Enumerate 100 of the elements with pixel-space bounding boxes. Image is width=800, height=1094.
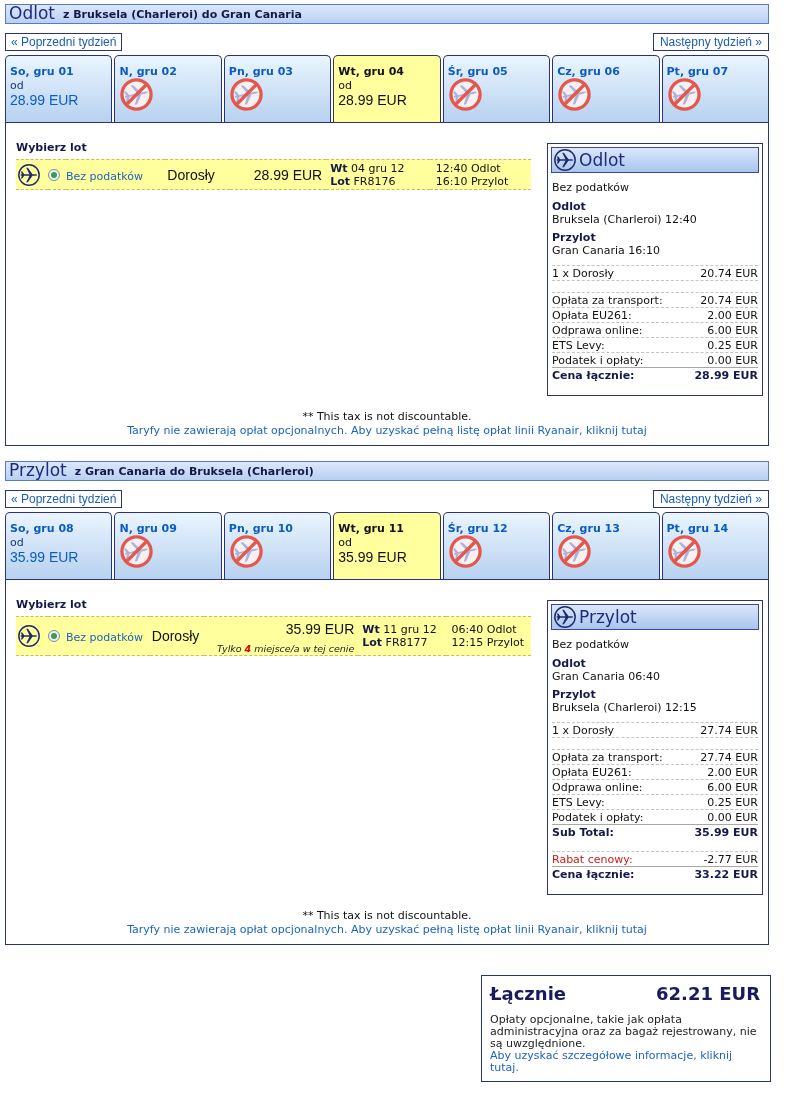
price-label: ETS Levy: [552,795,605,809]
prohibited-plane-icon [448,535,482,568]
day-tab[interactable]: Śr, gru 05 [442,55,551,122]
route-text: z Bruksela (Charleroi) do Gran Canaria [62,8,302,22]
price-label: Opłata za transport: [552,750,663,764]
arrival-time: 12:15 Przylot [451,636,525,649]
day-tab[interactable]: Pn, gru 03 [223,55,332,122]
day-tab[interactable]: Pn, gru 10 [223,512,332,579]
day-tab[interactable]: N, gru 02 [114,55,222,122]
plane-icon [554,149,576,171]
total-label: Łącznie [490,983,567,1005]
flight-number: Lot FR8177 [362,636,428,649]
price-label: Opłata EU261: [552,308,632,322]
arrival-time: 16:10 Przylot [435,174,509,188]
day-tab[interactable]: Pt, gru 07 [661,55,769,122]
next-week-button[interactable]: Następny tydzień » [652,33,769,51]
flight-price: 35.99 EUR [285,621,355,637]
departure-time: 12:40 Odlot [435,161,501,175]
prohibited-plane-icon [558,535,592,568]
day-tab[interactable]: Wt, gru 04 od 28.99 EUR [333,55,441,122]
choose-flight-label: Wybierz lot [16,141,87,154]
price-value: 6.00 EUR [707,780,758,794]
details-link[interactable]: Aby uzyskać szczegółowe informacje, kliknij tutaj. [490,1050,760,1074]
price-value: 27.74 EUR [700,723,758,737]
route-text: z Gran Canaria do Bruksela (Charleroi) [74,465,314,479]
departure-label: Odlot [552,200,586,213]
arrival-label: Przylot [552,231,596,244]
prohibited-plane-icon [667,78,701,111]
total-amount: 62.21 EUR [656,983,760,1005]
arrival-info: Gran Canaria 16:10 [552,244,660,257]
flight-date: Wt 11 gru 12 [362,623,437,636]
tax-footnote: ** This tax is not discountable. [302,909,472,923]
choose-flight-label: Wybierz lot [16,598,87,611]
price-label: Podatek i opłaty: [552,353,644,367]
flight-number: Lot FR8176 [330,174,396,188]
price-value: 0.00 EUR [707,353,758,367]
price-value: 0.00 EUR [707,810,758,824]
day-tab[interactable]: Wt, gru 11 od 35.99 EUR [333,512,441,579]
previous-week-button[interactable]: « Poprzedni tydzień [5,33,123,51]
day-tab[interactable]: So, gru 08 od 35.99 EUR [5,512,113,579]
price-label: Opłata za transport: [552,293,663,307]
departure-info: Bruksela (Charleroi) 12:40 [552,213,697,226]
price-label: Rabat cenowy: [552,852,633,866]
price-value: 35.99 EUR [694,826,758,839]
day-tab[interactable]: Śr, gru 12 [442,512,551,579]
section-title: Przylot [9,461,67,479]
prohibited-plane-icon [229,535,263,568]
departure-time: 06:40 Odlot [451,623,517,636]
day-tab[interactable]: N, gru 09 [114,512,222,579]
day-tab[interactable]: Cz, gru 06 [552,55,660,122]
price-value: 28.99 EUR [694,369,758,382]
fare-link[interactable]: Bez podatków [66,631,144,644]
prohibited-plane-icon [229,78,263,111]
fare-link[interactable]: Bez podatków [66,169,144,183]
tax-footnote: ** This tax is not discountable. [302,410,472,424]
price-value: 33.22 EUR [694,868,758,881]
price-value: 20.74 EUR [700,293,758,307]
arrival-info: Bruksela (Charleroi) 12:15 [552,701,697,714]
price-label: Odprawa online: [552,780,643,794]
flight-price: 28.99 EUR [253,166,323,183]
radio-button[interactable] [48,168,60,181]
price-value: 0.25 EUR [707,795,758,809]
price-label: Opłata EU261: [552,765,632,779]
section-title: Odlot [9,4,55,22]
fares-info-link[interactable]: Taryfy nie zawierają opłat opcjonalnych. Aby uzyskać pełną listę opłat linii Ryanair, kliknij tutaj [127,923,647,937]
day-tab[interactable]: Cz, gru 13 [552,512,660,579]
seats-left-note: Tylko 4 miejsce/a w tej cenie [217,643,355,654]
price-value: 0.25 EUR [707,338,758,352]
price-label: Sub Total: [552,826,614,839]
prohibited-plane-icon [558,78,592,111]
price-label: Odprawa online: [552,323,643,337]
day-tab[interactable]: Pt, gru 14 [661,512,769,579]
price-label: Podatek i opłaty: [552,810,644,824]
arrival-label: Przylot [552,688,596,701]
prohibited-plane-icon [120,535,154,568]
departure-label: Odlot [552,657,586,670]
previous-week-button[interactable]: « Poprzedni tydzień [5,490,123,508]
plane-icon [18,625,40,647]
prohibited-plane-icon [667,535,701,568]
day-tab[interactable]: So, gru 01 od 28.99 EUR [5,55,113,122]
passenger-type: Dorosły [151,628,200,644]
radio-button[interactable] [48,630,60,642]
next-week-button[interactable]: Następny tydzień » [652,490,769,508]
price-label: Cena łącznie: [552,369,635,382]
fares-info-link[interactable]: Taryfy nie zawierają opłat opcjonalnych. Aby uzyskać pełną listę opłat linii Ryanair, kliknij tutaj [127,424,647,438]
price-value: 2.00 EUR [707,765,758,779]
price-label: Cena łącznie: [552,868,635,881]
price-value: 27.74 EUR [700,750,758,764]
price-label: 1 x Dorosły [552,266,615,280]
price-label: ETS Levy: [552,338,605,352]
summary-title: Odlot [579,150,625,170]
price-value: 2.00 EUR [707,308,758,322]
prohibited-plane-icon [120,78,154,111]
price-label: 1 x Dorosły [552,723,615,737]
prohibited-plane-icon [448,78,482,111]
departure-info: Gran Canaria 06:40 [552,670,660,683]
fare-name: Bez podatków [552,181,630,194]
summary-title: Przylot [579,607,637,627]
fees-note: Opłaty opcjonalne, takie jak opłata administracyjna oraz za bagaż rejestrowany, nie są uwzględnione. [490,1014,758,1050]
plane-icon [554,606,576,628]
